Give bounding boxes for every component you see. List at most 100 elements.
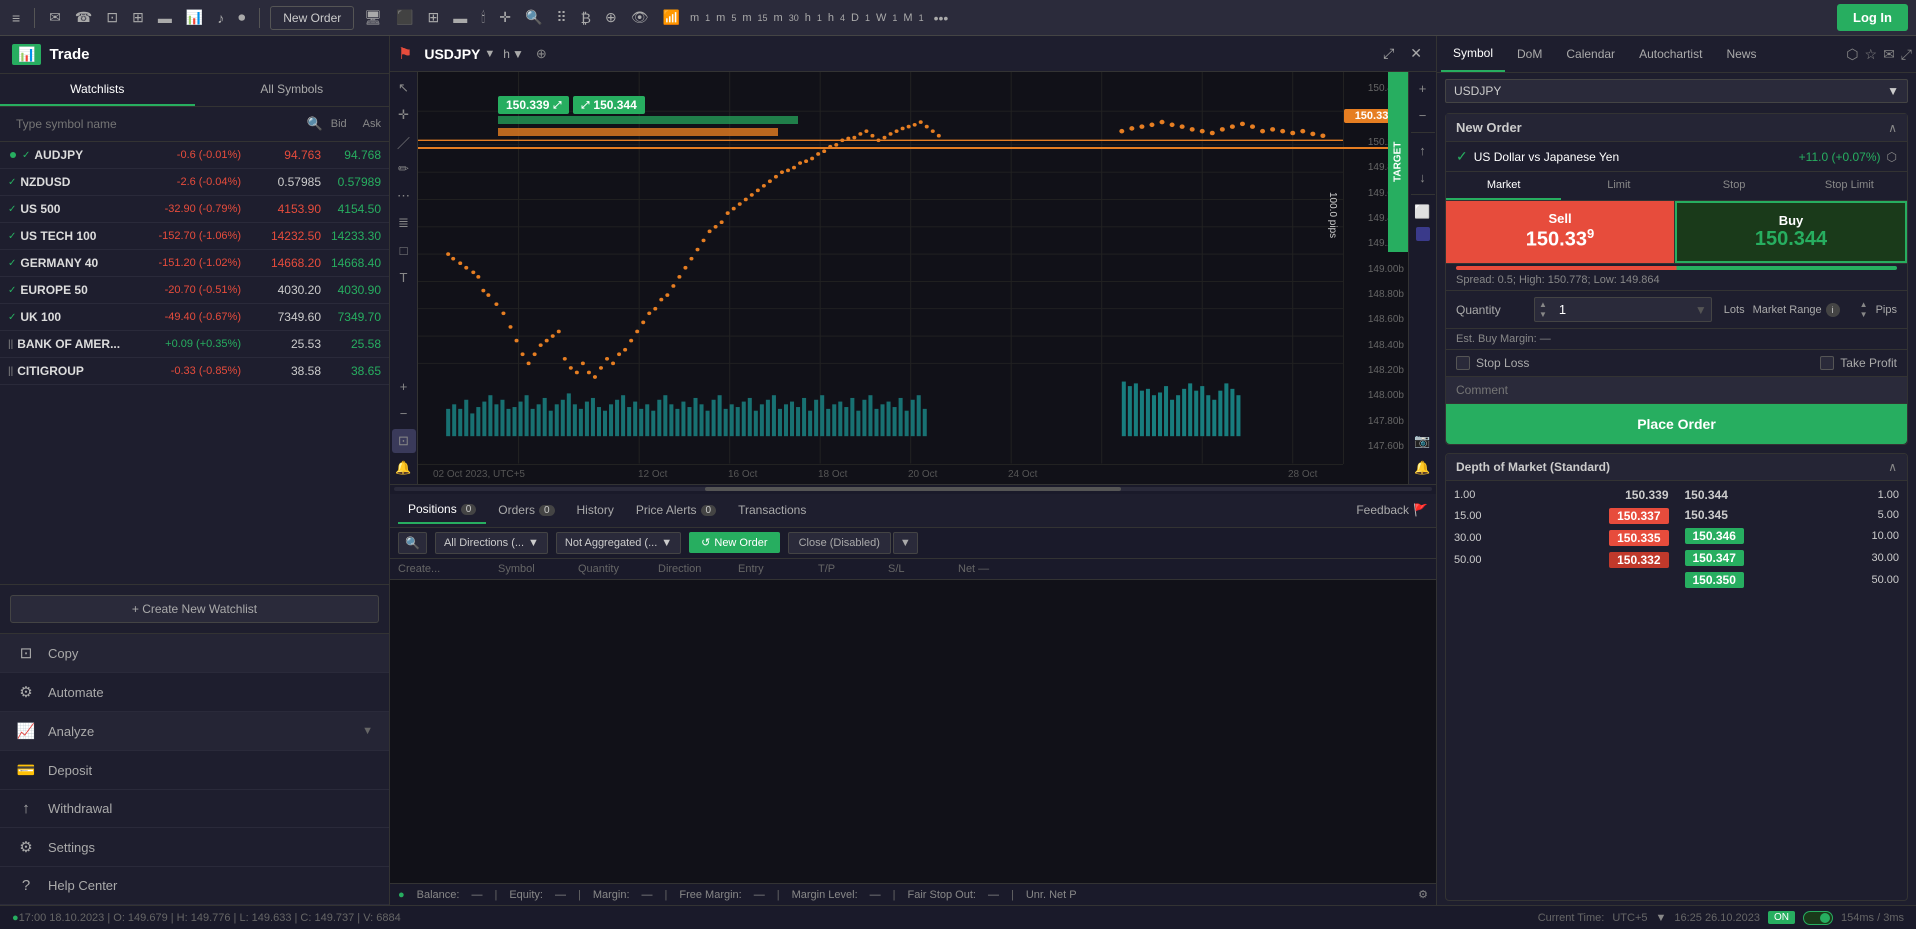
window-icon[interactable]: ⊡ [102,7,122,28]
monitor-icon[interactable]: 🖥 [360,7,386,28]
grid-icon[interactable]: ⊞ [128,7,148,28]
candle-icon[interactable]: 🕯 [477,7,489,28]
aggregation-dropdown[interactable]: Not Aggregated (... ▼ [556,532,681,554]
fib-tool[interactable]: ≣ [392,211,416,235]
cursor-tool[interactable]: ↖ [392,76,416,100]
dots-icon[interactable]: ⠿ [552,7,570,28]
symbol-selector-dropdown[interactable]: USDJPY ▼ [1445,79,1908,103]
tab-all-symbols[interactable]: All Symbols [195,74,390,106]
tab-orders[interactable]: Orders 0 [488,497,564,523]
shape-tool[interactable]: □ [392,238,416,262]
list-item[interactable]: ✓ AUDJPY -0.6 (-0.01%) 94.763 94.768 [0,142,389,169]
tab-positions[interactable]: Positions 0 [398,496,486,524]
list-item[interactable]: ✓ UK 100 -49.40 (-0.67%) 7349.60 7349.70 [0,304,389,331]
pips-up-arrow[interactable]: ▲ [1860,300,1868,310]
crosshair-icon[interactable]: ✛ [495,7,515,28]
symbol-search-bar[interactable]: 🔍 Bid Ask [0,107,389,142]
text-tool[interactable]: T [392,265,416,289]
expand-icon[interactable]: ⤢ [1901,46,1912,63]
quantity-input[interactable] [1551,298,1691,321]
on-toggle[interactable] [1803,911,1833,925]
tab-symbol[interactable]: Symbol [1441,36,1505,72]
record-icon[interactable]: ⏺ [234,7,249,28]
collapse-icon[interactable]: ∧ [1888,121,1897,135]
menu-icon[interactable]: ≡ [8,8,24,28]
crosshair-tool[interactable]: ✛ [392,103,416,127]
qty-down-arrow[interactable]: ▼ [1539,310,1547,320]
chart-h-scrollbar[interactable] [390,484,1436,494]
color-picker-tool[interactable] [1416,227,1430,241]
zoom-out-tool[interactable]: − [1411,103,1435,127]
minus-zoom-tool[interactable]: − [392,402,416,426]
chart-add-icon[interactable]: ⊕ [536,46,547,62]
list-item[interactable]: ✓ NZDUSD -2.6 (-0.04%) 0.57985 0.57989 [0,169,389,196]
directions-dropdown[interactable]: All Directions (... ▼ [435,532,548,554]
tab-transactions[interactable]: Transactions [728,497,816,523]
list-item[interactable]: ✓ GERMANY 40 -151.20 (-1.02%) 14668.20 1… [0,250,389,277]
login-button[interactable]: Log In [1837,4,1908,31]
chart-minimize-button[interactable]: ✕ [1404,43,1428,64]
chart-icon[interactable]: 📊 [182,7,207,28]
sidebar-item-withdrawal[interactable]: ↑ Withdrawal [0,790,389,828]
camera-tool[interactable]: 📷 [1411,429,1435,453]
list-item[interactable]: ✓ US TECH 100 -152.70 (-1.06%) 14232.50 … [0,223,389,250]
pips-stepper[interactable]: ▲ ▼ [1856,300,1872,319]
tab-news[interactable]: News [1714,37,1768,71]
pattern-tool[interactable]: ⋯ [392,184,416,208]
dom-collapse-icon[interactable]: ∧ [1888,460,1897,474]
tab-autochartist[interactable]: Autochartist [1627,37,1714,71]
sidebar-item-settings[interactable]: ⚙ Settings [0,828,389,867]
chart-close-button[interactable]: ⤢ [1377,43,1400,64]
sound-icon[interactable]: ♪ [213,8,228,28]
mail-icon[interactable]: ✉ [45,7,65,28]
indicator-tool[interactable]: ⊡ [392,429,416,453]
rect-tool[interactable]: ⬜ [1411,200,1435,224]
create-watchlist-button[interactable]: + Create New Watchlist [10,595,379,623]
sidebar-item-automate[interactable]: ⚙ Automate [0,673,389,712]
list-item[interactable]: || CITIGROUP -0.33 (-0.85%) 38.58 38.65 [0,358,389,385]
quantity-stepper[interactable]: ▲ ▼ [1535,300,1551,319]
search2-icon[interactable]: 🔍 [521,7,546,28]
share-symbol-icon[interactable]: ⬡ [1887,150,1897,164]
layout-icon[interactable]: ⬛ [392,7,417,28]
bell-tool[interactable]: 🔔 [392,456,416,480]
plus-zoom-tool[interactable]: + [392,375,416,399]
sidebar-item-analyze[interactable]: 📈 Analyze ▼ [0,712,389,751]
zoom-in-tool[interactable]: + [1411,76,1435,100]
bar-icon[interactable]: ▬ [449,8,471,28]
order-type-stop-limit[interactable]: Stop Limit [1792,172,1907,200]
tab-calendar[interactable]: Calendar [1554,37,1627,71]
list-item[interactable]: || BANK OF AMER... +0.09 (+0.35%) 25.53 … [0,331,389,358]
qty-up-arrow[interactable]: ▲ [1539,300,1547,310]
down-scroll-tool[interactable]: ↓ [1411,165,1435,189]
sidebar-item-deposit[interactable]: 💳 Deposit [0,751,389,790]
search-positions-button[interactable]: 🔍 [398,532,427,554]
share-icon[interactable]: ⬡ [1846,46,1858,63]
star-icon[interactable]: ☆ [1865,46,1878,63]
feedback-button[interactable]: Feedback 🚩 [1356,503,1428,517]
search-input[interactable] [8,113,307,135]
up-scroll-tool[interactable]: ↑ [1411,138,1435,162]
more-icon[interactable]: ••• [930,8,953,28]
place-order-button[interactable]: Place Order [1446,404,1907,444]
tab-dom[interactable]: DoM [1505,37,1554,71]
phone-icon[interactable]: ☎ [71,7,96,28]
tab-watchlists[interactable]: Watchlists [0,74,195,106]
alert-chart-tool[interactable]: 🔔 [1411,456,1435,480]
eye-icon[interactable]: 👁 [627,7,653,28]
mail-icon[interactable]: ✉ [1883,46,1895,63]
comment-input[interactable] [1446,377,1907,404]
layers-icon[interactable]: ⊕ [601,7,621,28]
close-dropdown-button[interactable]: ▼ [893,532,918,554]
draw-tool[interactable]: ✏ [392,157,416,181]
close-disabled-button[interactable]: Close (Disabled) [788,532,891,554]
tab-history[interactable]: History [567,497,624,523]
take-profit-checkbox[interactable]: Take Profit [1820,356,1897,370]
tab-price-alerts[interactable]: Price Alerts 0 [626,497,726,523]
btc-icon[interactable]: ₿ [577,8,595,28]
stop-loss-checkbox[interactable]: Stop Loss [1456,356,1529,370]
order-type-limit[interactable]: Limit [1561,172,1676,200]
sidebar-item-help[interactable]: ? Help Center [0,867,389,905]
sidebar-item-copy[interactable]: ⊡ Copy [0,634,389,673]
on-badge[interactable]: ON [1768,911,1795,924]
